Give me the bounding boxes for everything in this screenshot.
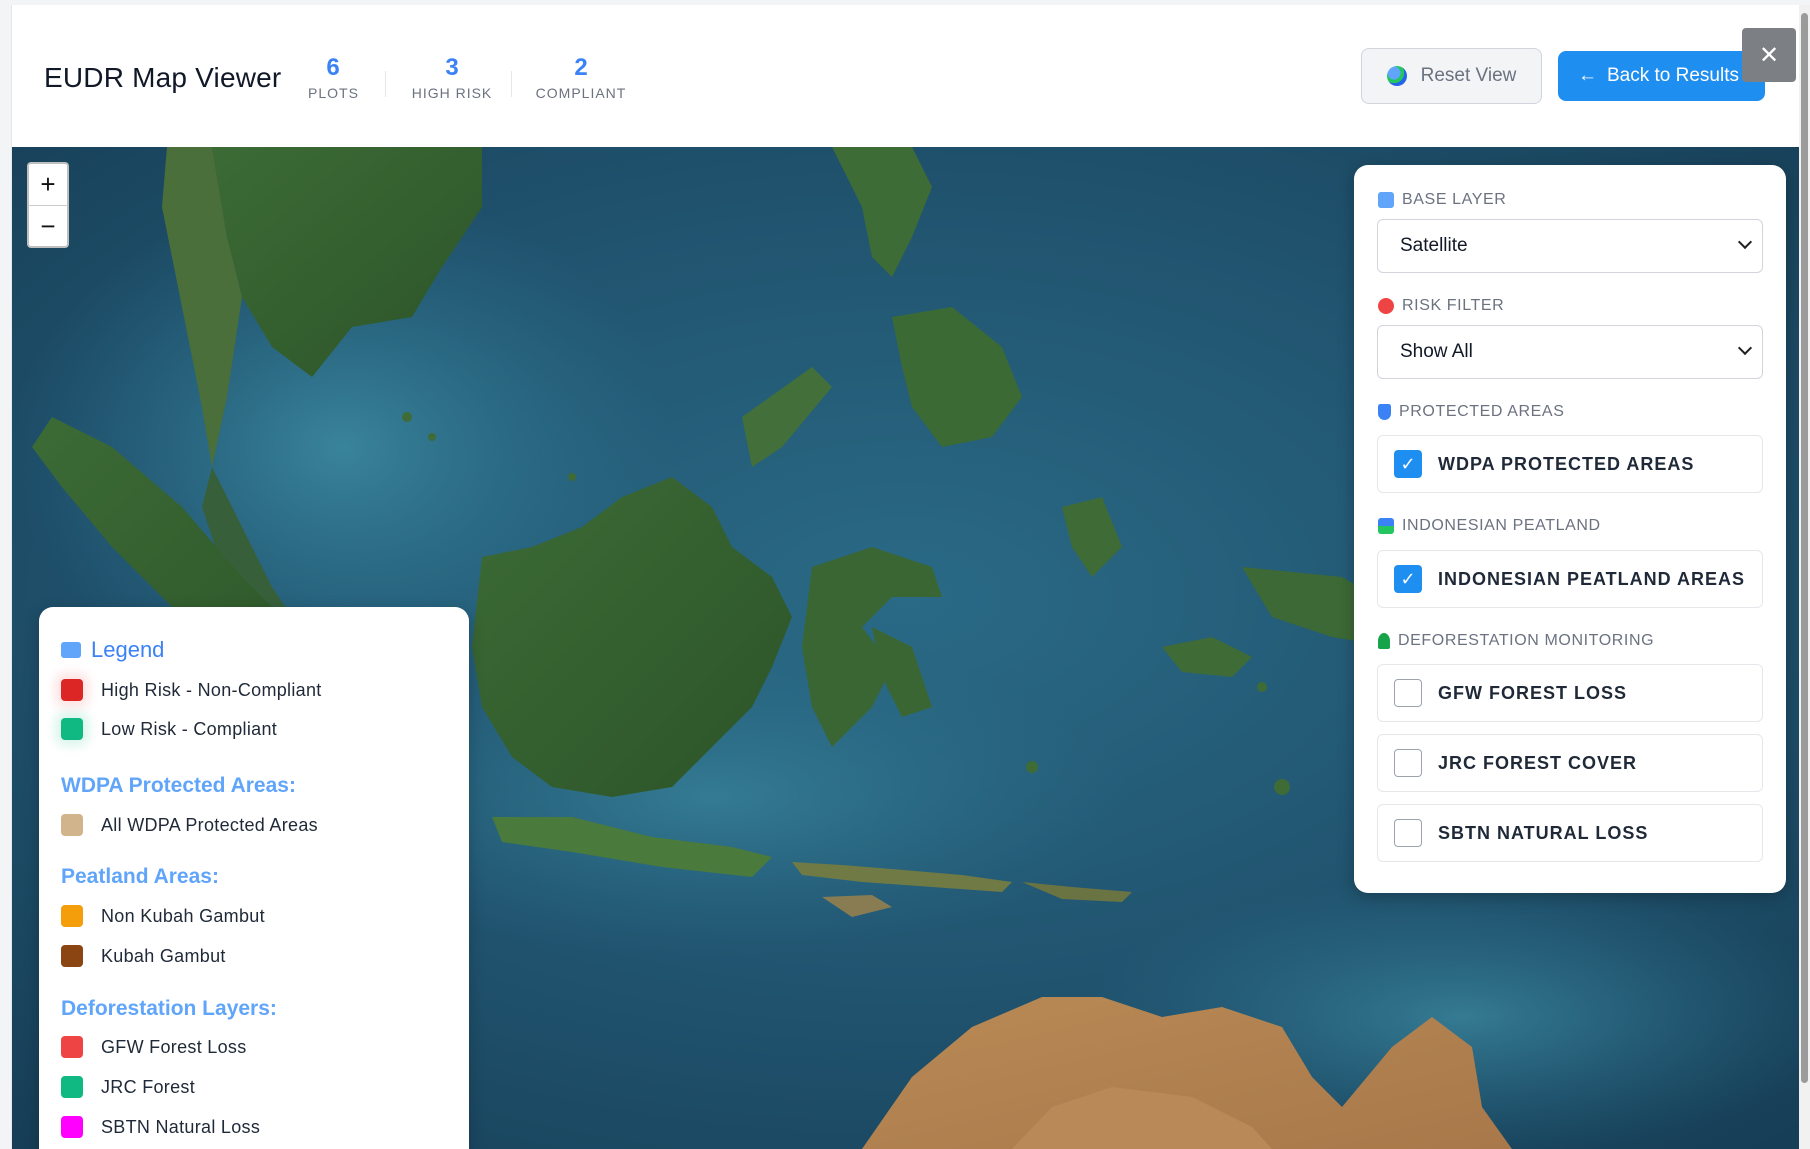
zoom-control: + − xyxy=(27,162,69,248)
wdpa-swatch xyxy=(61,814,83,836)
stat-high-risk-value: 3 xyxy=(445,54,459,81)
legend-wdpa-heading: WDPA Protected Areas: xyxy=(61,774,296,797)
page-scrollbar[interactable] xyxy=(1799,5,1810,1149)
base-layer-title: BASE LAYER xyxy=(1402,191,1507,208)
stat-high-risk-label: HIGH RISK xyxy=(411,85,493,101)
peatland-toggle[interactable]: ✓ INDONESIAN PEATLAND AREAS xyxy=(1377,550,1763,608)
legend-item-label: JRC Forest xyxy=(101,1076,196,1097)
low-risk-swatch xyxy=(61,718,83,740)
base-layer-section-title: BASE LAYER xyxy=(1378,191,1506,209)
legend-peatland-heading: Peatland Areas: xyxy=(61,865,219,888)
map-icon xyxy=(1378,192,1394,208)
layer-controls-panel: BASE LAYER Satellite RISK FILTER Show Al… xyxy=(1354,165,1786,893)
legend-item-wdpa: All WDPA Protected Areas xyxy=(61,814,318,836)
globe-icon xyxy=(1386,66,1407,86)
reset-view-label: Reset View xyxy=(1420,65,1517,86)
legend-item-label: Kubah Gambut xyxy=(101,945,226,966)
map-viewer-modal: EUDR Map Viewer 6 PLOTS 3 HIGH RISK 2 CO… xyxy=(11,5,1799,1149)
legend-item-kubah: Kubah Gambut xyxy=(61,945,226,967)
risk-filter-title: RISK FILTER xyxy=(1402,297,1505,314)
legend-item-sbtn: SBTN Natural Loss xyxy=(61,1116,260,1138)
legend-deforestation-heading: Deforestation Layers: xyxy=(61,997,277,1020)
legend-item-label: SBTN Natural Loss xyxy=(101,1116,261,1137)
base-layer-value: Satellite xyxy=(1400,235,1468,256)
risk-filter-value: Show All xyxy=(1400,341,1473,362)
deforestation-section-title: DEFORESTATION MONITORING xyxy=(1378,632,1654,650)
map-legend: Legend High Risk - Non-Compliant Low Ris… xyxy=(39,607,469,1149)
non-kubah-swatch xyxy=(61,905,83,927)
protected-areas-section-title: PROTECTED AREAS xyxy=(1378,403,1564,421)
scrollbar-thumb[interactable] xyxy=(1801,13,1808,1083)
legend-item-label: GFW Forest Loss xyxy=(101,1036,247,1057)
peatland-section-title: INDONESIAN PEATLAND xyxy=(1378,517,1601,535)
gfw-forest-loss-toggle[interactable]: GFW FOREST LOSS xyxy=(1377,664,1763,722)
map-canvas[interactable]: + − BASE LAYER Satellite RISK FILTER Sho… xyxy=(12,147,1799,1149)
target-icon xyxy=(1378,298,1394,314)
legend-item-label: Low Risk - Compliant xyxy=(101,718,278,739)
legend-item-label: High Risk - Non-Compliant xyxy=(101,679,322,700)
wdpa-checkbox[interactable]: ✓ xyxy=(1394,450,1422,478)
stat-divider xyxy=(511,71,512,97)
peatland-checkbox[interactable]: ✓ xyxy=(1394,565,1422,593)
stat-compliant-label: COMPLIANT xyxy=(535,85,627,101)
gfw-swatch xyxy=(61,1036,83,1058)
close-icon: ✕ xyxy=(1758,41,1780,69)
jrc-swatch xyxy=(61,1076,83,1098)
chevron-down-icon xyxy=(1737,340,1753,356)
shield-icon xyxy=(1378,404,1391,420)
sbtn-swatch xyxy=(61,1116,83,1138)
gfw-forest-loss-label: GFW FOREST LOSS xyxy=(1438,682,1627,703)
risk-filter-section-title: RISK FILTER xyxy=(1378,297,1504,315)
wdpa-toggle[interactable]: ✓ WDPA PROTECTED AREAS xyxy=(1377,435,1763,493)
stat-plots: 6 PLOTS xyxy=(308,54,359,102)
sbtn-natural-loss-label: SBTN NATURAL LOSS xyxy=(1438,822,1649,843)
jrc-forest-cover-label: JRC FOREST COVER xyxy=(1438,752,1638,773)
page-title: EUDR Map Viewer xyxy=(44,62,282,93)
tree-icon xyxy=(1378,633,1390,649)
jrc-forest-cover-checkbox[interactable] xyxy=(1394,749,1422,777)
peatland-option-label: INDONESIAN PEATLAND AREAS xyxy=(1438,568,1746,589)
base-layer-select[interactable]: Satellite xyxy=(1377,219,1763,273)
zoom-out-button[interactable]: − xyxy=(29,205,67,246)
high-risk-swatch xyxy=(61,679,83,701)
close-button[interactable]: ✕ xyxy=(1742,28,1796,82)
stat-divider xyxy=(385,71,386,97)
stat-compliant: 2 COMPLIANT xyxy=(532,54,630,102)
legend-item-low-risk: Low Risk - Compliant xyxy=(61,718,277,740)
legend-title: Legend xyxy=(61,637,164,663)
legend-item-non-kubah: Non Kubah Gambut xyxy=(61,905,265,927)
zoom-in-button[interactable]: + xyxy=(29,164,67,205)
legend-item-jrc: JRC Forest xyxy=(61,1076,195,1098)
legend-item-gfw: GFW Forest Loss xyxy=(61,1036,247,1058)
wdpa-option-label: WDPA PROTECTED AREAS xyxy=(1438,453,1695,474)
arrow-left-icon: ← xyxy=(1578,65,1597,86)
back-to-results-label: Back to Results xyxy=(1607,65,1739,86)
kubah-swatch xyxy=(61,945,83,967)
landscape-icon xyxy=(1378,518,1394,534)
peatland-title: INDONESIAN PEATLAND xyxy=(1402,517,1601,534)
legend-item-label: Non Kubah Gambut xyxy=(101,905,265,926)
reset-view-button[interactable]: Reset View xyxy=(1361,48,1542,104)
gfw-forest-loss-checkbox[interactable] xyxy=(1394,679,1422,707)
viewer-header: EUDR Map Viewer 6 PLOTS 3 HIGH RISK 2 CO… xyxy=(12,5,1799,147)
stat-plots-label: PLOTS xyxy=(308,85,359,101)
stat-plots-value: 6 xyxy=(326,54,340,81)
legend-item-high-risk: High Risk - Non-Compliant xyxy=(61,679,322,701)
risk-filter-select[interactable]: Show All xyxy=(1377,325,1763,379)
sbtn-natural-loss-toggle[interactable]: SBTN NATURAL LOSS xyxy=(1377,804,1763,862)
map-icon xyxy=(61,642,81,658)
legend-item-label: All WDPA Protected Areas xyxy=(101,814,318,835)
protected-areas-title: PROTECTED AREAS xyxy=(1399,403,1565,420)
jrc-forest-cover-toggle[interactable]: JRC FOREST COVER xyxy=(1377,734,1763,792)
sbtn-natural-loss-checkbox[interactable] xyxy=(1394,819,1422,847)
chevron-down-icon xyxy=(1737,234,1753,250)
stat-compliant-value: 2 xyxy=(574,54,588,81)
legend-title-text: Legend xyxy=(91,637,165,662)
stat-high-risk: 3 HIGH RISK xyxy=(407,54,497,102)
deforestation-title: DEFORESTATION MONITORING xyxy=(1398,632,1655,649)
back-to-results-button[interactable]: ← Back to Results xyxy=(1558,51,1765,101)
